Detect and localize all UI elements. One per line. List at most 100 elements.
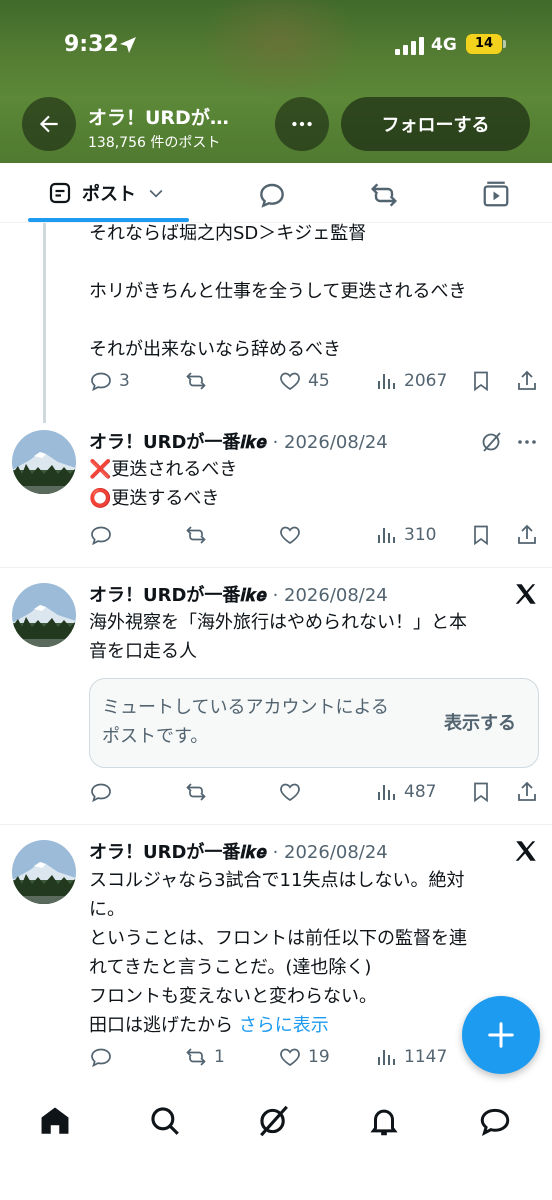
retweet-button[interactable] [184,523,208,547]
grok-icon[interactable] [480,430,504,454]
post-date[interactable]: · 2026/08/24 [273,585,388,606]
tweet-4-body: スコルジャなら3試合で11失点はしない。絶対 に。 ということは、フロントは前任… [89,866,467,1040]
search-icon[interactable] [148,1104,182,1138]
author-name[interactable]: オラ！URDが一番𝒊𝒌𝒆 [89,585,267,606]
reply-button[interactable] [89,523,113,547]
tweet-4-line: に。 [89,899,125,920]
reply-icon [91,372,111,392]
reply-button[interactable] [89,1045,113,1069]
back-button[interactable] [22,97,76,151]
tweet-3-line: 海外視察を「海外旅行はやめられない！」と本 [89,612,467,633]
grok-icon[interactable] [257,1104,291,1138]
views-count: 310 [404,525,437,545]
views-icon [378,785,395,800]
tweet-3-actions: 487 [89,780,549,808]
bookmark-button[interactable] [469,780,493,804]
status-time: 9:32 [64,32,119,57]
tab-posts[interactable]: ポスト [48,180,166,206]
views-button[interactable]: 1147 [374,1045,447,1069]
x-logo-icon[interactable] [513,838,539,864]
x-logo-icon[interactable] [513,581,539,607]
back-arrow-icon [39,115,58,133]
views-button[interactable]: 2067 [374,369,447,393]
tweet-4-line: スコルジャなら3試合で11失点はしない。絶対 [89,870,465,891]
tab-media-icon[interactable] [481,179,511,209]
avatar-mountain-image [12,583,76,647]
messages-icon[interactable] [478,1104,512,1138]
bottom-navigation [0,1086,552,1200]
views-icon [378,1050,395,1065]
author-name[interactable]: オラ！URDが一番𝒊𝒌𝒆 [89,842,267,863]
tweet-2-actions: 310 [89,523,549,551]
home-icon[interactable] [38,1104,72,1138]
post-date[interactable]: · 2026/08/24 [273,842,388,863]
compose-button[interactable] [462,996,540,1074]
retweet-button[interactable] [184,369,208,393]
tab-posts-label: ポスト [82,184,136,205]
like-button[interactable] [278,523,302,547]
reply-button[interactable] [89,780,113,804]
bookmark-button[interactable] [469,523,493,547]
like-icon [280,1048,300,1066]
battery-cap [503,40,506,48]
reply-icon [91,783,111,803]
tweet-2-line: ❌更迭されるべき [89,455,237,484]
post-date[interactable]: · 2026/08/24 [273,432,388,453]
share-icon [518,370,536,390]
like-button[interactable]: 45 [278,369,330,393]
reply-button[interactable]: 3 [89,369,130,393]
like-button[interactable] [278,780,302,804]
tab-reposts-icon[interactable] [368,179,400,211]
tweet-4-line: 田口は逃げたから さらに表示 [89,1011,467,1040]
circle-mark-icon: ⭕ [89,488,112,509]
views-count: 2067 [404,371,448,391]
show-more-link[interactable]: さらに表示 [239,1015,329,1036]
show-muted-button[interactable]: 表示する [444,709,516,735]
divider [0,824,552,825]
retweet-icon [186,1048,206,1066]
avatar-mountain-image [12,430,76,494]
like-button[interactable]: 19 [278,1045,330,1069]
tweet-1-line: それならば堀之内SD＞キジェ監督 [89,223,367,244]
profile-name: オラ！URDが… [88,107,229,129]
bookmark-icon [474,782,488,803]
retweet-button[interactable] [184,780,208,804]
bookmark-button[interactable] [469,369,493,393]
views-button[interactable]: 310 [374,523,436,547]
tweet-2-header: オラ！URDが一番𝒊𝒌𝒆 · 2026/08/24 [89,428,388,454]
share-button[interactable] [515,780,539,804]
compose-icon [488,1022,514,1048]
avatar-mountain-image [12,840,76,904]
share-button[interactable] [515,523,539,547]
posts-tab-icon [49,182,71,204]
views-button[interactable]: 487 [374,780,436,804]
divider [0,567,552,568]
retweet-count: 1 [214,1047,225,1067]
avatar[interactable] [12,840,76,904]
retweet-button[interactable]: 1 [184,1045,225,1069]
tab-replies-icon[interactable] [256,179,288,211]
more-button[interactable] [275,97,329,151]
notifications-icon[interactable] [367,1104,401,1138]
like-count: 45 [308,371,330,391]
tweet-3-line: 音を口走る人 [89,641,197,662]
share-button[interactable] [515,369,539,393]
follow-button[interactable]: フォローする [341,97,530,151]
profile-title-block: オラ！URDが… 138,756 件のポスト [88,103,266,152]
profile-header: 9:32 4G 14 オラ！URDが… 138,756 件のポスト フォローする [0,0,552,163]
tweet-1-line: ホリがきちんと仕事を全うして更迭されるべき [89,281,467,302]
more-icon[interactable] [515,430,539,454]
tweet-4-line: れてきたと言うことだ。(達也除く) [89,957,372,978]
tweet-1-line [89,248,466,277]
network-type: 4G [431,35,457,55]
retweet-icon [186,372,206,390]
avatar[interactable] [12,430,76,494]
tweet-1-actions: 3 45 2067 [89,369,549,397]
tweet-2-text: 更迭するべき [111,488,220,509]
tweet-2-line: ⭕更迭するべき [89,484,237,513]
author-name[interactable]: オラ！URDが一番𝒊𝒌𝒆 [89,432,267,453]
signal-icon [395,37,424,55]
avatar[interactable] [12,583,76,647]
retweet-icon [186,526,206,544]
like-icon [280,526,300,544]
